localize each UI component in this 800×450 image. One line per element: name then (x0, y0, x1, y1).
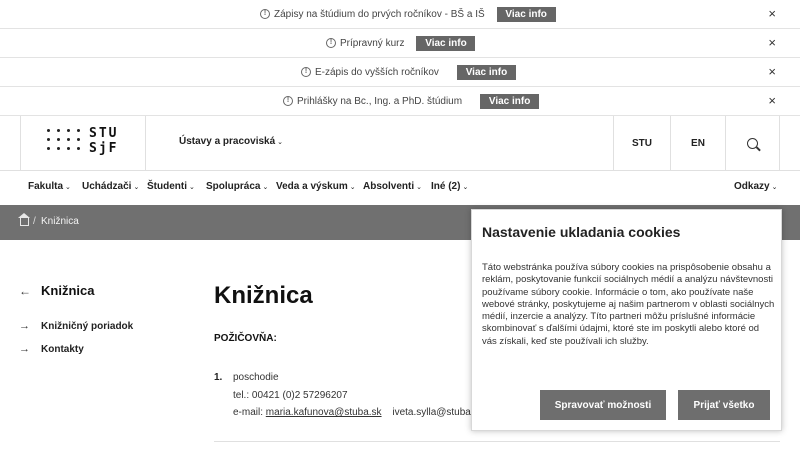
nav-fakulta[interactable]: Fakulta ⌄ (28, 181, 71, 192)
nav-studenti[interactable]: Študenti ⌄ (147, 181, 195, 192)
notice-bar-e-zapis: ! E-zápis do vyšších ročníkov Viac info … (0, 58, 800, 87)
chevron-down-icon: ⌄ (189, 184, 195, 191)
info-icon: ! (260, 9, 270, 19)
logo-text: STU SjF (89, 126, 119, 156)
notice-bar-prihlasky: ! Prihlášky na Bc., Ing. a PhD. štúdium … (0, 87, 800, 116)
ustavy-dropdown[interactable]: Ústavy a pracoviská ⌄ (179, 136, 283, 147)
more-info-button[interactable]: Viac info (480, 93, 540, 109)
notice-text: Prípravný kurz (340, 37, 405, 49)
accept-all-cookies-button[interactable]: Prijať všetko (678, 390, 770, 420)
arrow-right-icon: → (19, 320, 30, 332)
email-text: iveta.sylla@stuba.sk (392, 407, 484, 418)
logo[interactable]: STU SjF (20, 116, 146, 170)
arrow-right-icon: → (19, 343, 30, 355)
more-info-button[interactable]: Viac info (496, 6, 556, 22)
divider (214, 441, 780, 442)
sidebar-item-kontakty[interactable]: Kontakty (41, 344, 84, 355)
language-switch[interactable]: EN (670, 116, 725, 170)
nav-veda-a-vyskum[interactable]: Veda a výskum ⌄ (276, 181, 356, 192)
chevron-down-icon: ⌄ (462, 184, 469, 191)
notice-text: Zápisy na štúdium do prvých ročníkov - B… (274, 8, 485, 20)
nav-ine[interactable]: Iné (2) ⌄ (431, 181, 468, 192)
stu-link[interactable]: STU (613, 116, 670, 170)
chevron-down-icon: ⌄ (65, 184, 71, 191)
nav-spolupraca[interactable]: Spolupráca ⌄ (206, 181, 268, 192)
sidebar-item-kniznicny-poriadok[interactable]: Knižničný poriadok (41, 321, 133, 332)
chevron-down-icon: ⌄ (349, 184, 356, 191)
back-arrow-icon[interactable]: ← (19, 284, 31, 298)
site-header: STU SjF Ústavy a pracoviská ⌄ STU EN (0, 116, 800, 171)
list-item-phone: tel.: 00421 (0)2 57296207 (233, 390, 348, 401)
nav-absolventi[interactable]: Absolventi ⌄ (363, 181, 422, 192)
manage-cookies-button[interactable]: Spravovať možnosti (540, 390, 666, 420)
logo-dots-icon (47, 129, 85, 159)
info-icon: ! (326, 38, 336, 48)
chevron-down-icon: ⌄ (771, 184, 778, 191)
email-link[interactable]: maria.kafunova@stuba.sk (266, 407, 382, 418)
close-icon[interactable]: × (768, 7, 776, 21)
notice-text: E-zápis do vyšších ročníkov (315, 66, 439, 78)
nav-odkazy[interactable]: Odkazy ⌄ (734, 181, 777, 192)
info-icon: ! (301, 67, 311, 77)
notice-text: Prihlášky na Bc., Ing. a PhD. štúdium (297, 95, 463, 107)
section-heading: POŽIČOVŇA: (214, 333, 277, 344)
cookie-text: Táto webstránka používa súbory cookies n… (482, 262, 775, 347)
sidebar-title[interactable]: Knižnica (41, 283, 94, 298)
main-nav: Fakulta ⌄ Uchádzači ⌄ Študenti ⌄ Spolupráca… (0, 171, 800, 205)
list-item-email: e-mail: maria.kafunova@stuba.sk iveta.sy… (233, 407, 484, 418)
cookie-consent-dialog: Nastavenie ukladania cookies Táto webstr… (471, 209, 782, 431)
chevron-down-icon: ⌄ (133, 184, 140, 191)
notice-bar-pripravny-kurz: ! Prípravný kurz Viac info × (0, 29, 800, 58)
close-icon[interactable]: × (768, 36, 776, 50)
notice-bar-zapisy: ! Zápisy na štúdium do prvých ročníkov -… (0, 0, 800, 29)
breadcrumb-separator: / (33, 216, 36, 227)
close-icon[interactable]: × (768, 65, 776, 79)
cookie-title: Nastavenie ukladania cookies (482, 224, 681, 240)
more-info-button[interactable]: Viac info (416, 35, 476, 51)
search-button[interactable] (725, 116, 780, 170)
close-icon[interactable]: × (768, 94, 776, 108)
chevron-down-icon: ⌄ (416, 184, 422, 191)
chevron-down-icon: ⌄ (262, 184, 269, 191)
list-number: 1. (214, 372, 223, 383)
page-title: Knižnica (214, 282, 313, 309)
chevron-down-icon: ⌄ (277, 139, 284, 146)
breadcrumb-current: Knižnica (41, 216, 79, 227)
info-icon: ! (283, 96, 293, 106)
nav-uchadzaci[interactable]: Uchádzači ⌄ (82, 181, 139, 192)
search-icon (747, 137, 758, 149)
more-info-button[interactable]: Viac info (456, 64, 516, 80)
home-icon[interactable] (18, 213, 30, 226)
list-item-floor: poschodie (233, 372, 279, 383)
